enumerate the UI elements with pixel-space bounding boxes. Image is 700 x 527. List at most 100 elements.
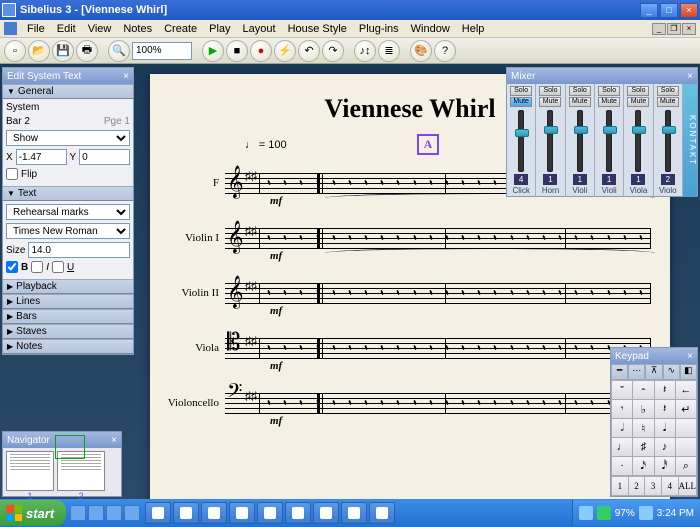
section-notes[interactable]: ▶Notes <box>3 339 133 354</box>
tray-icon[interactable] <box>639 506 653 520</box>
keypad-button[interactable]: 𝄼 <box>633 381 653 399</box>
flip-checkbox[interactable] <box>6 168 18 180</box>
taskbar-task[interactable] <box>145 502 171 524</box>
doc-restore-button[interactable]: ❐ <box>667 23 681 35</box>
keypad-button[interactable]: ♮ <box>633 419 653 437</box>
keypad-tab-3[interactable]: ⊼ <box>645 364 662 380</box>
keypad-button[interactable] <box>676 438 696 456</box>
mute-button[interactable]: Mute <box>510 97 532 107</box>
keypad-button[interactable]: ♭ <box>633 400 653 418</box>
staff[interactable]: 𝄞 ♯♯ mf <box>225 273 655 313</box>
fader[interactable] <box>518 110 524 172</box>
mixer-close-button[interactable]: × <box>687 71 693 82</box>
menu-view[interactable]: View <box>82 21 118 37</box>
rehearsal-mark[interactable]: A <box>417 134 440 155</box>
nav-page-1[interactable]: 1 <box>6 451 54 491</box>
open-button[interactable]: 📂 <box>28 40 50 62</box>
nav-viewport-rect[interactable] <box>55 435 85 459</box>
keypad-titlebar[interactable]: Keypad× <box>611 348 697 364</box>
x-input[interactable] <box>16 149 67 165</box>
keypad-button[interactable]: 𝅘𝅥𝅰 <box>655 457 675 475</box>
menu-create[interactable]: Create <box>158 21 203 37</box>
zoom-input[interactable] <box>132 42 192 60</box>
keypad-tab-4[interactable]: ∿ <box>663 364 680 380</box>
staff-row[interactable]: Violoncello 𝄢 ♯♯ mf <box>165 375 655 430</box>
solo-button[interactable]: Solo <box>569 86 591 96</box>
keypad-button[interactable]: 𝄽 <box>655 381 675 399</box>
mixer-titlebar[interactable]: Mixer× <box>507 68 697 84</box>
solo-button[interactable]: Solo <box>627 86 649 96</box>
keypad-button[interactable]: 𝄽 <box>655 400 675 418</box>
taskbar-task[interactable] <box>313 502 339 524</box>
properties-close-button[interactable]: × <box>123 71 129 82</box>
color-button[interactable]: 🎨 <box>410 40 432 62</box>
keypad-voice-button[interactable]: 1 <box>612 477 628 495</box>
flexitime-button[interactable]: ⚡ <box>274 40 296 62</box>
tray-cpu-icon[interactable] <box>597 506 611 520</box>
show-select[interactable]: Show <box>6 130 130 146</box>
staff-row[interactable]: Violin II 𝄞 ♯♯ mf <box>165 265 655 320</box>
zoom-tool-button[interactable]: 🔍 <box>108 40 130 62</box>
solo-button[interactable]: Solo <box>657 86 679 96</box>
keypad-button[interactable]: 𝅘𝅥𝅯 <box>633 457 653 475</box>
fader[interactable] <box>577 110 583 172</box>
solo-button[interactable]: Solo <box>539 86 561 96</box>
keypad-voice-button[interactable]: ALL <box>679 477 697 495</box>
keypad-button[interactable]: ♪ <box>655 438 675 456</box>
navigator-close-button[interactable]: × <box>111 435 117 446</box>
staff[interactable]: 𝄡 ♯♯ mf <box>225 328 655 368</box>
properties-titlebar[interactable]: Edit System Text × <box>3 68 133 84</box>
menu-layout[interactable]: Layout <box>237 21 282 37</box>
maximize-button[interactable]: □ <box>660 3 678 18</box>
keypad-tab-5[interactable]: ◧ <box>680 364 697 380</box>
doc-minimize-button[interactable]: _ <box>652 23 666 35</box>
tray-icon[interactable] <box>579 506 593 520</box>
mute-button[interactable]: Mute <box>657 97 679 107</box>
save-button[interactable]: 💾 <box>52 40 74 62</box>
stop-button[interactable]: ■ <box>226 40 248 62</box>
mute-button[interactable]: Mute <box>627 97 649 107</box>
keypad-button[interactable]: ⌕ <box>676 457 696 475</box>
mute-button[interactable]: Mute <box>539 97 561 107</box>
solo-button[interactable]: Solo <box>598 86 620 96</box>
record-button[interactable]: ● <box>250 40 272 62</box>
keypad-button[interactable]: ♯ <box>633 438 653 456</box>
keypad-button[interactable]: 𝅘𝅥 <box>655 419 675 437</box>
menu-edit[interactable]: Edit <box>51 21 82 37</box>
taskbar-task[interactable] <box>201 502 227 524</box>
keypad-tab-1[interactable]: ━ <box>611 364 628 380</box>
taskbar-task[interactable] <box>369 502 395 524</box>
menu-window[interactable]: Window <box>405 21 456 37</box>
underline-checkbox[interactable] <box>52 261 64 273</box>
rewind-button[interactable]: ↶ <box>298 40 320 62</box>
taskbar-task[interactable] <box>173 502 199 524</box>
new-button[interactable]: ▫ <box>4 40 26 62</box>
quicklaunch-icon[interactable] <box>88 505 104 521</box>
staff-row[interactable]: Viola 𝄡 ♯♯ mf <box>165 320 655 375</box>
keypad-voice-button[interactable]: 2 <box>629 477 645 495</box>
transpose-button[interactable]: ♪↕ <box>354 40 376 62</box>
section-bars[interactable]: ▶Bars <box>3 309 133 324</box>
keypad-button[interactable]: · <box>612 457 632 475</box>
forward-button[interactable]: ↷ <box>322 40 344 62</box>
close-button[interactable]: × <box>680 3 698 18</box>
font-select[interactable]: Times New Roman <box>6 223 130 239</box>
keypad-voice-button[interactable]: 3 <box>645 477 661 495</box>
staff[interactable]: 𝄢 ♯♯ mf <box>225 383 655 423</box>
print-button[interactable]: 🖶 <box>76 40 98 62</box>
taskbar-task[interactable] <box>285 502 311 524</box>
keypad-button[interactable]: ↵ <box>676 400 696 418</box>
keypad-button[interactable] <box>676 419 696 437</box>
doc-close-button[interactable]: × <box>682 23 696 35</box>
minimize-button[interactable]: _ <box>640 3 658 18</box>
section-general[interactable]: ▼General <box>3 84 133 99</box>
start-button[interactable]: start <box>0 500 66 526</box>
menu-housestyle[interactable]: House Style <box>282 21 353 37</box>
italic-checkbox[interactable] <box>31 261 43 273</box>
bold-checkbox[interactable] <box>6 261 18 273</box>
taskbar-task[interactable] <box>257 502 283 524</box>
menu-help[interactable]: Help <box>456 21 491 37</box>
keypad-button[interactable]: ← <box>676 381 696 399</box>
fader[interactable] <box>606 110 612 172</box>
staff[interactable]: 𝄞 ♯♯ mf <box>225 218 655 258</box>
